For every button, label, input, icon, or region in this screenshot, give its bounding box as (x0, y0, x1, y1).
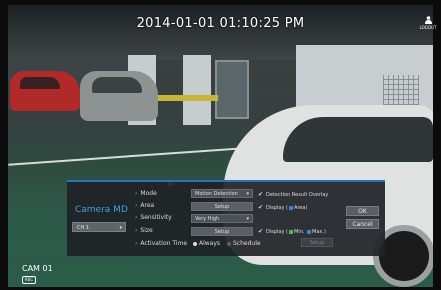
mode-label: › Mode (135, 190, 157, 197)
bullet-icon: › (135, 227, 138, 234)
mode-select[interactable]: Motion Detection ▾ (191, 189, 253, 198)
checkmark-icon: ✔ (258, 204, 264, 211)
display-size-checkbox[interactable]: ✔ Display (Min. Max.) (258, 228, 326, 236)
bullet-icon: › (135, 240, 138, 247)
dialog-title: Camera MD (75, 205, 128, 215)
activation-time-label: › Activation Time (135, 240, 188, 247)
chevron-down-icon: ▾ (119, 225, 122, 231)
size-label: › Size (135, 227, 153, 234)
elevator-door (215, 60, 249, 119)
bullet-icon: › (135, 214, 138, 221)
display-area-checkbox[interactable]: ✔ Display (Area) (258, 204, 307, 212)
record-badge: REC (22, 276, 36, 284)
area-color-chip (288, 205, 293, 210)
parked-car-silver (80, 71, 158, 121)
min-color-chip (288, 229, 293, 234)
checkmark-icon: ✔ (258, 191, 264, 198)
area-label: › Area (135, 202, 155, 209)
max-color-chip (307, 229, 312, 234)
checkmark-icon: ✔ (258, 228, 264, 235)
radio-selected-icon (193, 241, 197, 246)
activation-schedule-radio[interactable]: Schedule (227, 240, 261, 247)
sensitivity-label: › Sensitivity (135, 214, 172, 221)
chevron-down-icon: ▾ (246, 191, 249, 197)
wall-grate (383, 75, 419, 105)
pillar (183, 55, 211, 125)
camera-view: 2014-01-01 01:10:25 PM LOGOUT CAM 01 REC… (0, 0, 441, 290)
bullet-icon: › (135, 190, 138, 197)
sensitivity-select-value: Very High (195, 216, 220, 222)
logout-label: LOGOUT (419, 25, 437, 30)
cancel-button[interactable]: Cancel (346, 219, 379, 229)
user-icon (424, 16, 432, 24)
logout-button[interactable]: LOGOUT (418, 16, 438, 30)
bullet-icon: › (135, 202, 138, 209)
parked-car-red (10, 71, 80, 111)
mode-select-value: Motion Detection (195, 191, 238, 197)
chevron-down-icon: ▾ (246, 216, 249, 222)
channel-select[interactable]: CH 1 ▾ (72, 222, 126, 232)
date-time-display: 2014-01-01 01:10:25 PM (136, 16, 305, 31)
detection-overlay-checkbox[interactable]: ✔ Detection Result Overlay (258, 191, 328, 199)
area-setup-button[interactable]: Setup (191, 202, 253, 211)
camera-name: CAM 01 (22, 264, 53, 273)
activation-always-radio[interactable]: Always (193, 240, 220, 247)
camera-md-dialog: Camera MD CH 1 ▾ › Mode Motion Detection … (67, 180, 385, 256)
radio-unselected-icon (227, 241, 231, 246)
floor-line (8, 146, 258, 166)
overlay-setup-button: Setup (301, 238, 333, 247)
channel-select-value: CH 1 (77, 225, 90, 231)
sensitivity-select[interactable]: Very High ▾ (191, 214, 253, 223)
size-setup-button[interactable]: Setup (191, 227, 253, 236)
ok-button[interactable]: OK (346, 206, 379, 216)
